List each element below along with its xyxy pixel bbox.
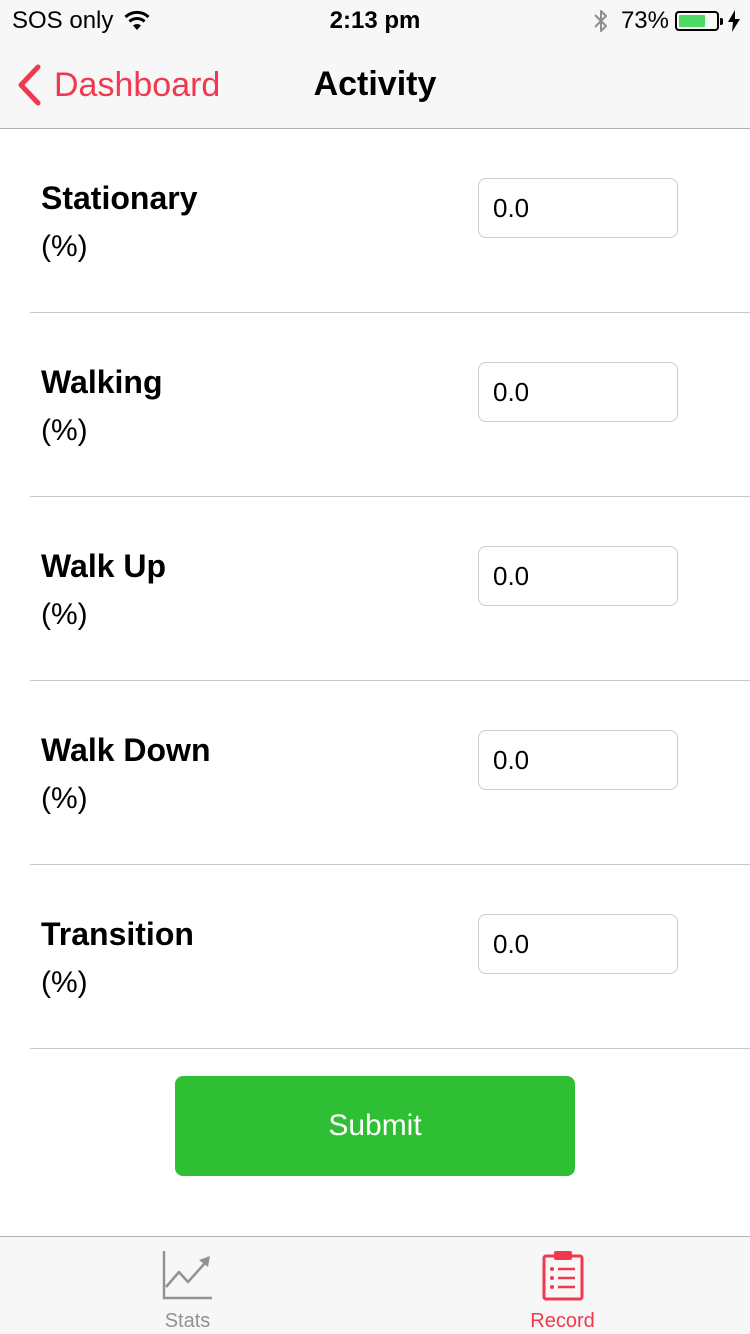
tab-stats-label: Stats [164,1310,211,1332]
walking-label: Walking [41,364,163,400]
tab-record-label: Record [530,1310,595,1332]
submit-button[interactable]: Submit [175,1076,575,1176]
battery-percent: 73% [620,7,669,34]
form-row-walk-down: Walk Down (%) [30,681,750,865]
stationary-label: Stationary [41,180,198,216]
charging-icon [728,10,740,32]
tab-record[interactable]: Record [375,1237,750,1334]
form-row-walking: Walking (%) [30,313,750,497]
battery-tip [720,18,723,25]
clipboard-icon [542,1251,584,1301]
transition-unit: (%) [41,966,88,999]
form-row-transition: Transition (%) [30,865,750,1049]
tab-stats[interactable]: Stats [0,1237,375,1334]
form-row-stationary: Stationary (%) [30,129,750,313]
transition-input[interactable] [478,914,678,974]
line-chart-icon [162,1251,212,1300]
page-title: Activity [313,65,437,103]
battery-fill [679,15,706,27]
activity-form: Stationary (%) Walking (%) Walk Up (%) W… [0,129,750,1049]
stationary-input[interactable] [478,178,678,238]
walk-up-label: Walk Up [41,548,167,584]
nav-bar: Dashboard Activity [0,40,750,129]
battery-icon [675,11,723,31]
walk-up-input[interactable] [478,546,678,606]
walk-up-unit: (%) [41,598,88,631]
transition-label: Transition [41,916,194,952]
stationary-unit: (%) [41,230,88,263]
tab-bar: Stats Record [0,1236,750,1334]
walk-down-unit: (%) [41,782,88,815]
walking-input[interactable] [478,362,678,422]
walk-down-input[interactable] [478,730,678,790]
status-right: 73% [593,7,740,35]
walk-down-label: Walk Down [41,732,211,768]
status-bar: SOS only 2:13 pm 73% [0,0,750,40]
form-row-walk-up: Walk Up (%) [30,497,750,681]
walking-unit: (%) [41,414,88,447]
bluetooth-icon [594,10,607,32]
